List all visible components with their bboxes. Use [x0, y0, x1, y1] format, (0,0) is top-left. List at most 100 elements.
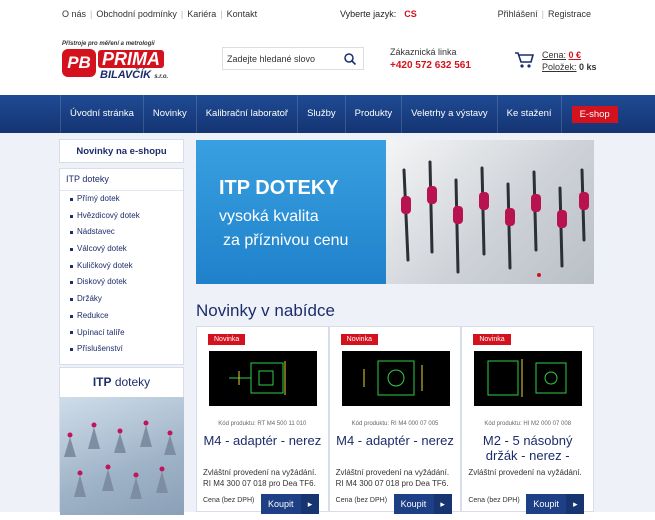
nav-news[interactable]: Novinky: [144, 95, 197, 133]
content-area: Novinky na e-shopu ITP doteky Přímý dote…: [0, 133, 655, 515]
nav-home[interactable]: Úvodní stránka: [60, 95, 144, 133]
separator: |: [180, 8, 184, 19]
banner-line-3: za příznivou cenu: [223, 232, 349, 249]
link-terms[interactable]: Obchodní podmínky: [96, 9, 177, 19]
sidebar-item-upinaci-talire[interactable]: Upínací talíře: [60, 325, 183, 342]
buy-label: ▸: [301, 494, 319, 514]
new-badge: Novinka: [208, 334, 246, 345]
product-image[interactable]: [341, 351, 450, 406]
sidebar-news-button[interactable]: Novinky na e-shopu: [59, 139, 184, 163]
nav-eshop-button[interactable]: E-shop: [571, 105, 618, 123]
sidebar-item-diskovy[interactable]: Diskový dotek: [60, 274, 183, 291]
register-link[interactable]: Registrace: [548, 9, 591, 19]
probes-illustration: [64, 420, 176, 499]
sidebar-category: ITP doteky Přímý dotek Hvězdicový dotek …: [59, 168, 184, 365]
nav-calibration-lab[interactable]: Kalibrační laboratoř: [197, 95, 299, 133]
price-label: Cena (bez DPH): [468, 497, 520, 504]
product-image[interactable]: [474, 351, 583, 406]
top-bar: O nás | Obchodní podmínky | Kariéra | Konta…: [0, 0, 655, 27]
product-code: Kód produktu: RT M4 500 11 010: [218, 421, 307, 427]
login-link[interactable]: Přihlášení: [498, 9, 538, 19]
cart-summary[interactable]: Cena: 0 € Položek: 0 ks: [542, 49, 597, 73]
product-name[interactable]: M2 - 5 násobný držák - nerez -: [466, 433, 589, 463]
sidebar-item-redukce[interactable]: Redukce: [60, 308, 183, 325]
link-about[interactable]: O nás: [62, 9, 86, 19]
product-card[interactable]: Novinka Kód produktu: RT M4 500 11 010 M…: [196, 326, 329, 514]
technical-drawing: [487, 359, 567, 397]
cart-icon[interactable]: [514, 51, 534, 69]
top-links: O nás | Obchodní podmínky | Kariéra | Konta…: [62, 9, 257, 19]
product-card[interactable]: Novinka Kód produktu: RI M4 000 07 005 M…: [328, 326, 462, 514]
main-nav: Úvodní stránka Novinky Kalibrační labora…: [0, 95, 655, 133]
price-label: Cena (bez DPH): [335, 497, 388, 504]
price-label: Cena (bez DPH): [203, 497, 255, 504]
product-name[interactable]: M4 - adaptér - nerez: [334, 433, 457, 448]
product-name[interactable]: M4 - adaptér - nerez: [201, 433, 324, 448]
buy-button[interactable]: Koupit ▸: [393, 494, 452, 514]
product-code: Kód produktu: HI M2 000 07 008: [484, 421, 572, 427]
technical-drawing: [363, 360, 423, 396]
language-selector: Vyberte jazyk: CS: [340, 9, 417, 19]
nav-services[interactable]: Služby: [298, 95, 346, 133]
sidebar-item-hvezdicovy[interactable]: Hvězdicový dotek: [60, 208, 183, 225]
sidebar-item-primy[interactable]: Přímý dotek: [60, 191, 183, 208]
technical-drawing: [229, 361, 286, 395]
sidebar-item-valcovy[interactable]: Válcový dotek: [60, 241, 183, 258]
new-badge: Novinka: [340, 334, 378, 345]
promo-box[interactable]: ITP doteky: [59, 367, 184, 515]
link-career[interactable]: Kariéra: [187, 9, 216, 19]
logo-sub: BILAVČÍK s.r.o.: [100, 69, 168, 81]
product-description: Zvláštní provedení na vyžádání.: [468, 468, 582, 477]
sidebar-item-prislusenstvi[interactable]: Příslušenství: [60, 341, 183, 358]
customer-line: Zákaznická linka +420 572 632 561: [390, 47, 471, 71]
product-list: Novinka Kód produktu: RT M4 500 11 010 M…: [196, 326, 595, 514]
phone-number[interactable]: +420 572 632 561: [390, 60, 471, 71]
search-input[interactable]: Zadejte hledané slovo: [222, 47, 364, 70]
logo[interactable]: Přístroje pro měření a metrologii PB PRI…: [60, 41, 184, 82]
sidebar: Novinky na e-shopu ITP doteky Přímý dote…: [59, 139, 184, 365]
link-contact[interactable]: Kontakt: [227, 9, 258, 19]
promo-image: [60, 397, 184, 515]
sidebar-category-title[interactable]: ITP doteky: [60, 174, 183, 191]
search-placeholder: Zadejte hledané slovo: [227, 53, 316, 64]
promo-title-bold: ITP: [92, 375, 112, 389]
language-cs[interactable]: CS: [404, 9, 417, 19]
logo-suffix: s.r.o.: [154, 74, 169, 80]
cart-price: 0 €: [568, 50, 582, 60]
buy-label: ▸: [566, 494, 585, 514]
sidebar-item-kulickovy[interactable]: Kuličkový dotek: [60, 258, 183, 275]
promo-title: ITP doteky: [60, 368, 183, 396]
separator: |: [541, 8, 544, 19]
language-label: Vyberte jazyk:: [340, 8, 397, 19]
banner-text-panel: ITP DOTEKY vysoká kvalita za příznivou c…: [196, 140, 386, 284]
product-code: Kód produktu: RI M4 000 07 005: [351, 421, 439, 427]
new-badge: Novinka: [473, 334, 511, 345]
buy-button[interactable]: Koupit ▸: [526, 494, 585, 514]
product-description: Zvláštní provedení na vyžádání. RI M4 30…: [203, 468, 317, 488]
slider-dot-active[interactable]: [537, 273, 541, 277]
logo-tagline: Přístroje pro měření a metrologii: [62, 41, 155, 47]
sidebar-item-nadstavec[interactable]: Nádstavec: [60, 224, 183, 241]
promo-title-rest: doteky: [114, 375, 151, 389]
sidebar-item-drzaky[interactable]: Držáky: [60, 291, 183, 308]
buy-button[interactable]: Koupit ▸: [261, 494, 319, 514]
nav-products[interactable]: Produkty: [346, 95, 403, 133]
cart-items-line: Položek: 0 ks: [542, 61, 597, 73]
banner-headline: ITP DOTEKY: [219, 177, 339, 199]
search-icon[interactable]: [344, 53, 356, 65]
stylus-probes-photo: [401, 160, 589, 274]
hero-banner[interactable]: ITP DOTEKY vysoká kvalita za příznivou c…: [196, 140, 594, 284]
product-card[interactable]: Novinka Kód produktu: HI M2 000 07 008 M…: [461, 326, 595, 514]
buy-label: ▸: [433, 494, 452, 514]
nav-downloads[interactable]: Ke stažení: [498, 95, 562, 133]
cart-price-label: Cena:: [542, 50, 567, 60]
logo-mark: PB: [62, 49, 96, 77]
nav-fairs[interactable]: Veletrhy a výstavy: [402, 95, 498, 133]
logo-name: PRIMA: [98, 50, 164, 68]
separator: |: [90, 8, 93, 19]
product-image[interactable]: [209, 351, 317, 406]
banner-line-2: vysoká kvalita: [219, 208, 319, 225]
separator: |: [220, 8, 223, 19]
account-links: Přihlášení | Registrace: [498, 9, 591, 19]
phone-label: Zákaznická linka: [390, 47, 457, 57]
